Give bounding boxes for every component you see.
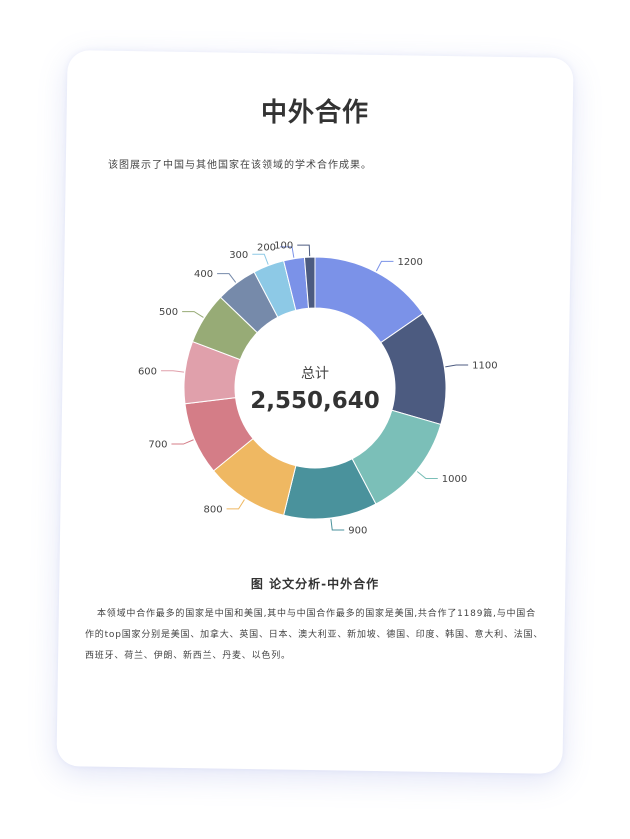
analysis-paragraph: 本领域中合作最多的国家是中国和美国,其中与中国合作最多的国家是美国,共合作了11… [85, 609, 544, 661]
slice-label-800: 800 [203, 504, 222, 515]
slice-label-100: 100 [274, 241, 293, 252]
slice-label-1200: 1200 [397, 257, 422, 268]
leader-line-300 [252, 253, 269, 265]
slice-label-500: 500 [159, 307, 178, 318]
leader-line-600 [161, 370, 185, 373]
slice-label-400: 400 [194, 269, 213, 280]
center-label: 总计 [301, 366, 329, 382]
leader-line-800 [226, 499, 245, 510]
slice-label-700: 700 [148, 440, 167, 451]
leader-line-1200 [375, 260, 394, 272]
slice-label-300: 300 [229, 250, 248, 261]
leader-line-500 [182, 311, 204, 318]
figure-caption: 图 论文分析-中外合作 [250, 577, 380, 591]
slice-label-1100: 1100 [472, 361, 497, 372]
leader-line-700 [171, 439, 194, 445]
page-title: 中外合作 [260, 98, 369, 128]
leader-line-400 [217, 273, 237, 283]
slice-label-900: 900 [348, 525, 367, 536]
donut-chart: 120011001000900800700600500400300200100 … [138, 241, 498, 537]
page-subtitle: 该图展示了中国与其他国家在该领域的学术合作成果。 [108, 160, 372, 171]
slice-label-600: 600 [138, 366, 157, 377]
leader-line-100 [297, 244, 311, 257]
center-total: 2,550,640 [250, 388, 380, 414]
leader-line-900 [330, 518, 345, 531]
leader-line-1100 [445, 364, 469, 368]
leader-line-1000 [416, 471, 438, 479]
slice-label-1000: 1000 [442, 474, 467, 485]
